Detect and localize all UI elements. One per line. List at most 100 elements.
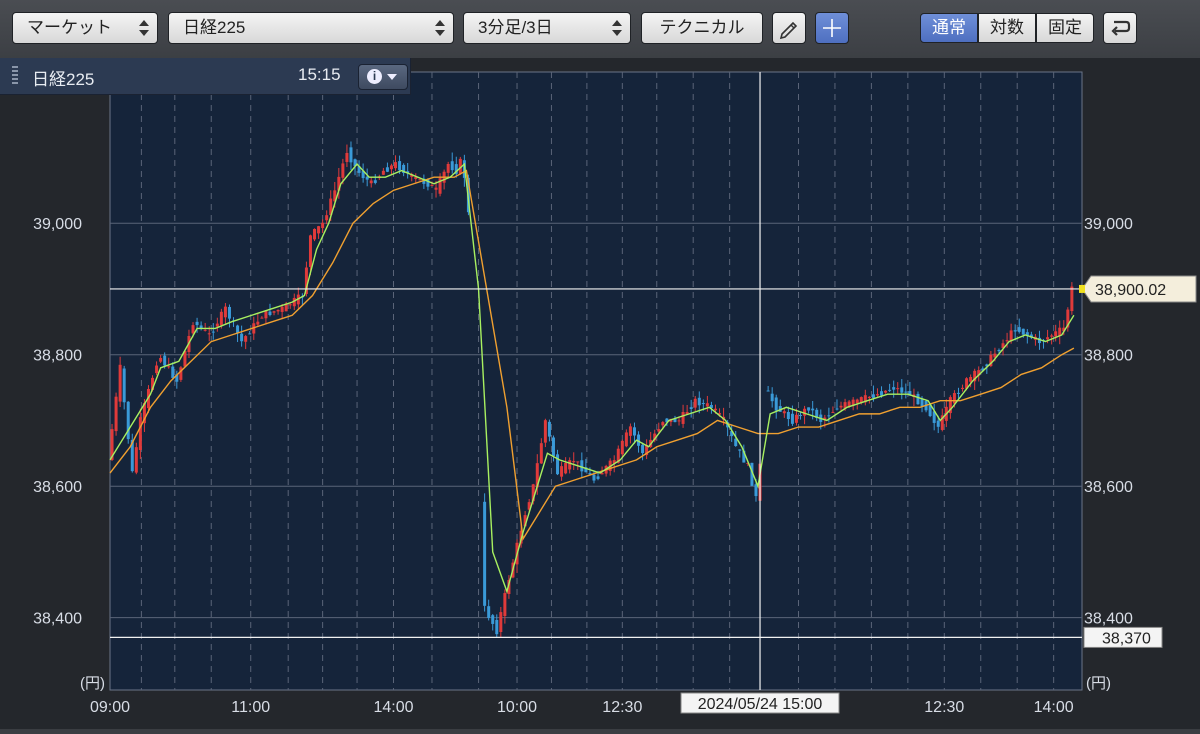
- candle-body: [961, 387, 965, 389]
- symbol-info-box: 日経225 15:15 i: [0, 58, 411, 95]
- candle-body: [766, 390, 770, 392]
- info-menu-button[interactable]: i: [358, 64, 408, 90]
- candle-body: [1021, 328, 1025, 335]
- candle-body: [794, 414, 798, 423]
- candle-body: [677, 420, 681, 422]
- chart-area[interactable]: 38,400 38,400 38,600 38,600 38,800 38,800 39,0…: [0, 58, 1200, 729]
- candle-body: [163, 355, 167, 366]
- candle-body: [888, 389, 892, 391]
- y-tick-label-left: 39,000: [33, 216, 82, 233]
- scale-log-button[interactable]: 対数: [978, 13, 1036, 43]
- candle-body: [1046, 337, 1050, 340]
- draw-pencil-button[interactable]: [772, 12, 806, 44]
- price-chart[interactable]: 38,400 38,400 38,600 38,600 38,800 38,800 39,0…: [0, 58, 1200, 729]
- x-tick-label: 12:30: [602, 699, 642, 716]
- candle-body: [681, 412, 685, 424]
- candle-body: [260, 317, 264, 319]
- candle-body: [373, 180, 377, 183]
- reset-button[interactable]: [1103, 12, 1137, 44]
- y-tick-label-left: 38,400: [33, 611, 82, 628]
- dropdown-arrow-icon: [387, 74, 397, 80]
- candle-body: [288, 304, 292, 306]
- candle-body: [487, 606, 491, 618]
- y-tick-label-right: 38,400: [1084, 611, 1133, 628]
- candle-body: [159, 357, 163, 362]
- candle-body: [904, 391, 908, 393]
- candle-body: [936, 420, 940, 427]
- candle-body: [341, 163, 345, 178]
- candle-body: [592, 474, 596, 481]
- candle-body: [811, 408, 815, 411]
- candle-body: [418, 179, 422, 181]
- candle-body: [381, 170, 385, 175]
- candle-body: [884, 390, 888, 393]
- candle-body: [560, 466, 564, 477]
- x-tick-label: 14:00: [373, 699, 413, 716]
- candle-body: [1013, 330, 1017, 332]
- y-tick-label-right: 39,000: [1084, 216, 1133, 233]
- scale-normal-button[interactable]: 通常: [920, 13, 978, 43]
- candle-body: [321, 222, 325, 229]
- crosshair-icon: [823, 19, 841, 37]
- candle-body: [317, 226, 321, 234]
- candle-body: [268, 311, 272, 316]
- x-tick-label: 14:00: [1034, 699, 1074, 716]
- candle-body: [568, 460, 572, 470]
- candle-body: [1058, 327, 1062, 336]
- candle-body: [434, 187, 438, 190]
- candle-body: [556, 454, 560, 475]
- candle-body: [122, 368, 126, 403]
- info-time: 15:15: [298, 65, 341, 84]
- candle-body: [155, 365, 159, 374]
- candle-body: [483, 501, 487, 606]
- return-arrow-icon: [1111, 20, 1131, 36]
- candle-body: [713, 408, 717, 411]
- symbol-select[interactable]: 日経225: [168, 12, 454, 44]
- crosshair-button[interactable]: [815, 12, 849, 44]
- candle-body: [790, 413, 794, 424]
- candle-body: [167, 366, 171, 368]
- candle-body: [325, 215, 329, 221]
- candle-body: [272, 311, 276, 313]
- candle-body: [446, 163, 450, 173]
- candle-body: [689, 407, 693, 410]
- candle-body: [138, 417, 142, 450]
- candle-body: [118, 364, 122, 402]
- info-icon: i: [367, 69, 382, 84]
- candle-body: [564, 462, 568, 474]
- candle-body: [786, 412, 790, 420]
- candle-body: [1005, 340, 1009, 342]
- x-tick-label: 11:00: [231, 699, 270, 716]
- candle-body: [580, 460, 584, 472]
- candle-body: [191, 325, 195, 334]
- candle-body: [839, 405, 843, 408]
- y-tick-label-left: 38,600: [33, 479, 82, 496]
- candle-body: [244, 336, 248, 342]
- updown-arrows-icon: [139, 18, 149, 38]
- drag-handle-icon[interactable]: [12, 66, 18, 86]
- technical-button[interactable]: テクニカル: [641, 12, 763, 44]
- candle-body: [641, 444, 645, 454]
- candle-body: [572, 461, 576, 463]
- candle-body: [430, 185, 434, 187]
- candle-body: [693, 398, 697, 408]
- candle-body: [956, 392, 960, 394]
- candle-body: [207, 333, 211, 335]
- candle-body: [491, 615, 495, 624]
- candle-body: [620, 440, 624, 455]
- last-price-marker: [1079, 284, 1085, 293]
- candle-body: [195, 321, 199, 326]
- candle-body: [952, 393, 956, 404]
- plot-area: [109, 71, 1083, 691]
- candle-body: [345, 152, 349, 162]
- market-select[interactable]: マーケット: [12, 12, 158, 44]
- candle-body: [276, 309, 280, 312]
- candle-body: [256, 321, 260, 325]
- candle-body: [499, 612, 503, 633]
- candle-body: [774, 397, 778, 411]
- pencil-icon: [779, 21, 798, 40]
- y-unit-label-left: (円): [80, 675, 105, 692]
- interval-select[interactable]: 3分足/3日: [463, 12, 631, 44]
- candle-body: [503, 593, 507, 617]
- scale-fixed-button[interactable]: 固定: [1036, 13, 1094, 43]
